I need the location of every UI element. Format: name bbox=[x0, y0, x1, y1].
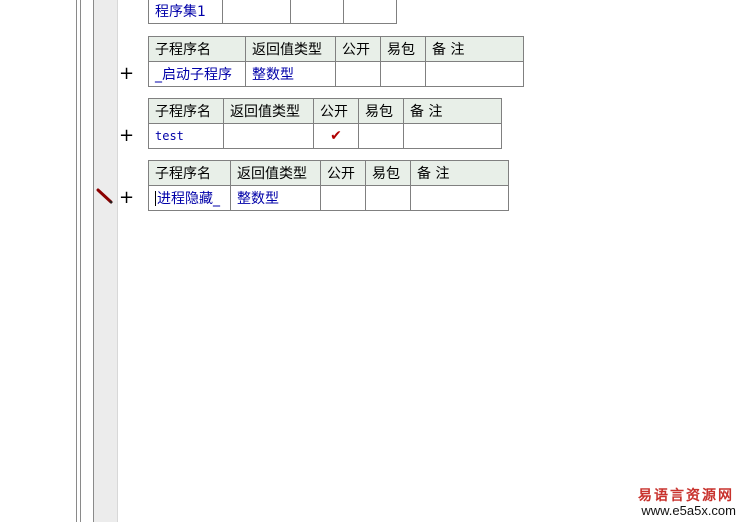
assembly-cell[interactable] bbox=[343, 0, 397, 24]
header-return-type: 返回值类型 bbox=[245, 36, 336, 62]
sub-name-text: 进程隐藏_ bbox=[157, 191, 220, 207]
easy-pkg-cell[interactable] bbox=[380, 61, 426, 87]
table-row: 进程隐藏_ 整数型 bbox=[148, 185, 509, 211]
public-cell[interactable]: ✔ bbox=[313, 123, 359, 149]
text-caret bbox=[155, 191, 156, 206]
table-row: _启动子程序 整数型 bbox=[148, 61, 524, 87]
public-cell[interactable] bbox=[320, 185, 366, 211]
editor-left-border bbox=[76, 0, 77, 522]
subroutine-table: 子程序名 返回值类型 公开 易包 备 注 test ✔ bbox=[148, 98, 502, 149]
expand-icon[interactable]: + bbox=[119, 65, 134, 83]
header-public: 公开 bbox=[335, 36, 381, 62]
header-note: 备 注 bbox=[403, 98, 502, 124]
editor-left-border-inner bbox=[80, 0, 81, 522]
public-cell[interactable] bbox=[335, 61, 381, 87]
header-note: 备 注 bbox=[410, 160, 509, 186]
header-return-type: 返回值类型 bbox=[230, 160, 321, 186]
header-note: 备 注 bbox=[425, 36, 524, 62]
header-sub-name: 子程序名 bbox=[148, 36, 246, 62]
note-cell[interactable] bbox=[403, 123, 502, 149]
assembly-name-cell[interactable]: 程序集1 bbox=[148, 0, 223, 24]
header-easy-pkg: 易包 bbox=[365, 160, 411, 186]
note-cell[interactable] bbox=[410, 185, 509, 211]
subroutine-table: 子程序名 返回值类型 公开 易包 备 注 进程隐藏_ 整数型 bbox=[148, 160, 509, 211]
table-header-row: 子程序名 返回值类型 公开 易包 备 注 bbox=[148, 98, 502, 124]
header-easy-pkg: 易包 bbox=[358, 98, 404, 124]
header-public: 公开 bbox=[320, 160, 366, 186]
header-sub-name: 子程序名 bbox=[148, 160, 231, 186]
pencil-icon bbox=[96, 188, 113, 204]
assembly-row: 程序集1 bbox=[148, 0, 397, 24]
easy-pkg-cell[interactable] bbox=[365, 185, 411, 211]
assembly-cell[interactable] bbox=[290, 0, 344, 24]
return-type-cell[interactable] bbox=[223, 123, 314, 149]
header-public: 公开 bbox=[313, 98, 359, 124]
table-header-row: 子程序名 返回值类型 公开 易包 备 注 bbox=[148, 36, 524, 62]
return-type-cell[interactable]: 整数型 bbox=[245, 61, 336, 87]
header-easy-pkg: 易包 bbox=[380, 36, 426, 62]
gutter-edge bbox=[117, 0, 118, 522]
return-type-cell[interactable]: 整数型 bbox=[230, 185, 321, 211]
watermark-title: 易语言资源网 bbox=[638, 488, 734, 504]
watermark-url: www.e5a5x.com bbox=[641, 503, 736, 518]
subroutine-table: 子程序名 返回值类型 公开 易包 备 注 _启动子程序 整数型 bbox=[148, 36, 524, 87]
expand-icon[interactable]: + bbox=[119, 189, 134, 207]
editor-gutter bbox=[93, 0, 118, 522]
expand-icon[interactable]: + bbox=[119, 127, 134, 145]
note-cell[interactable] bbox=[425, 61, 524, 87]
sub-name-cell[interactable]: 进程隐藏_ bbox=[148, 185, 231, 211]
easy-pkg-cell[interactable] bbox=[358, 123, 404, 149]
table-row: test ✔ bbox=[148, 123, 502, 149]
header-return-type: 返回值类型 bbox=[223, 98, 314, 124]
sub-name-cell[interactable]: _启动子程序 bbox=[148, 61, 246, 87]
sub-name-cell[interactable]: test bbox=[148, 123, 224, 149]
header-sub-name: 子程序名 bbox=[148, 98, 224, 124]
assembly-table: 程序集1 bbox=[148, 0, 397, 24]
assembly-cell[interactable] bbox=[222, 0, 291, 24]
checkmark-icon: ✔ bbox=[330, 128, 342, 144]
table-header-row: 子程序名 返回值类型 公开 易包 备 注 bbox=[148, 160, 509, 186]
